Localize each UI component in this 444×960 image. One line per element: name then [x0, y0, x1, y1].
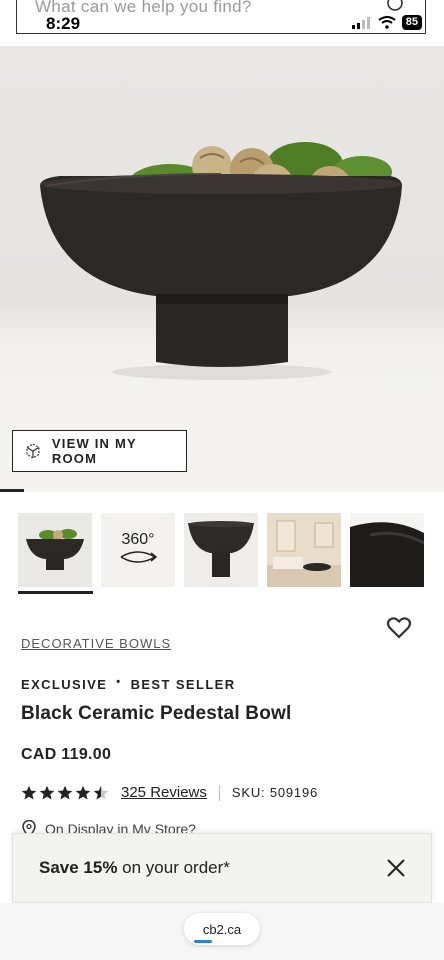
thumbnail-bowl-front[interactable]: [18, 513, 92, 587]
url-text: cb2.ca: [202, 921, 242, 937]
product-price: CAD 119.00: [21, 746, 112, 763]
search-icon[interactable]: [385, 0, 407, 16]
thumbnail-bowl-detail[interactable]: [350, 513, 424, 587]
rotate-360-icon: [120, 551, 158, 563]
tag-separator: •: [116, 675, 122, 688]
hero-carousel-progress: [0, 489, 24, 492]
status-time: 8:29: [46, 14, 81, 33]
wifi-icon: [378, 16, 396, 29]
star-rating: [21, 785, 109, 801]
thumbnail-strip[interactable]: 360°: [18, 513, 424, 587]
ar-cube-icon: [26, 443, 40, 459]
view-in-my-room-label: VIEW IN MY ROOM: [51, 436, 137, 466]
view-in-my-room-button[interactable]: VIEW IN MY ROOM: [12, 430, 187, 472]
promo-bold: Save 15%: [39, 858, 118, 877]
tag-best-seller: BEST SELLER: [130, 677, 236, 692]
tag-exclusive: EXCLUSIVE: [21, 677, 108, 692]
thumbnail-active-indicator: [18, 591, 93, 594]
browser-bottom-bar: cb2.ca: [0, 903, 444, 960]
page-load-progress: [194, 940, 212, 943]
battery-indicator: 85: [401, 15, 422, 30]
promo-text: Save 15% on your order*: [39, 858, 230, 878]
hero-product-image[interactable]: [0, 46, 444, 492]
product-sku: SKU: 509196: [231, 785, 319, 800]
divider: [218, 784, 220, 801]
product-title: Black Ceramic Pedestal Bowl: [21, 703, 292, 724]
category-breadcrumb-link[interactable]: DECORATIVE BOWLS: [21, 636, 171, 651]
promo-banner[interactable]: Save 15% on your order*: [12, 833, 432, 903]
signal-icon: [351, 16, 370, 29]
thumbnail-room-scene[interactable]: [267, 513, 341, 587]
bowl-illustration: [40, 142, 402, 380]
thumbnail-360-view[interactable]: 360°: [101, 513, 175, 587]
rating-row: 325 Reviews SKU: 509196: [21, 784, 318, 801]
promo-rest: on your order*: [117, 858, 230, 877]
status-icons: 85: [351, 15, 422, 30]
product-tags: EXCLUSIVE • BEST SELLER: [21, 675, 236, 693]
reviews-link[interactable]: 325 Reviews: [121, 784, 207, 801]
heart-icon[interactable]: [386, 616, 412, 640]
close-icon[interactable]: [385, 857, 407, 879]
star-icon: [21, 785, 109, 799]
thumbnail-bowl-empty[interactable]: [184, 513, 258, 587]
